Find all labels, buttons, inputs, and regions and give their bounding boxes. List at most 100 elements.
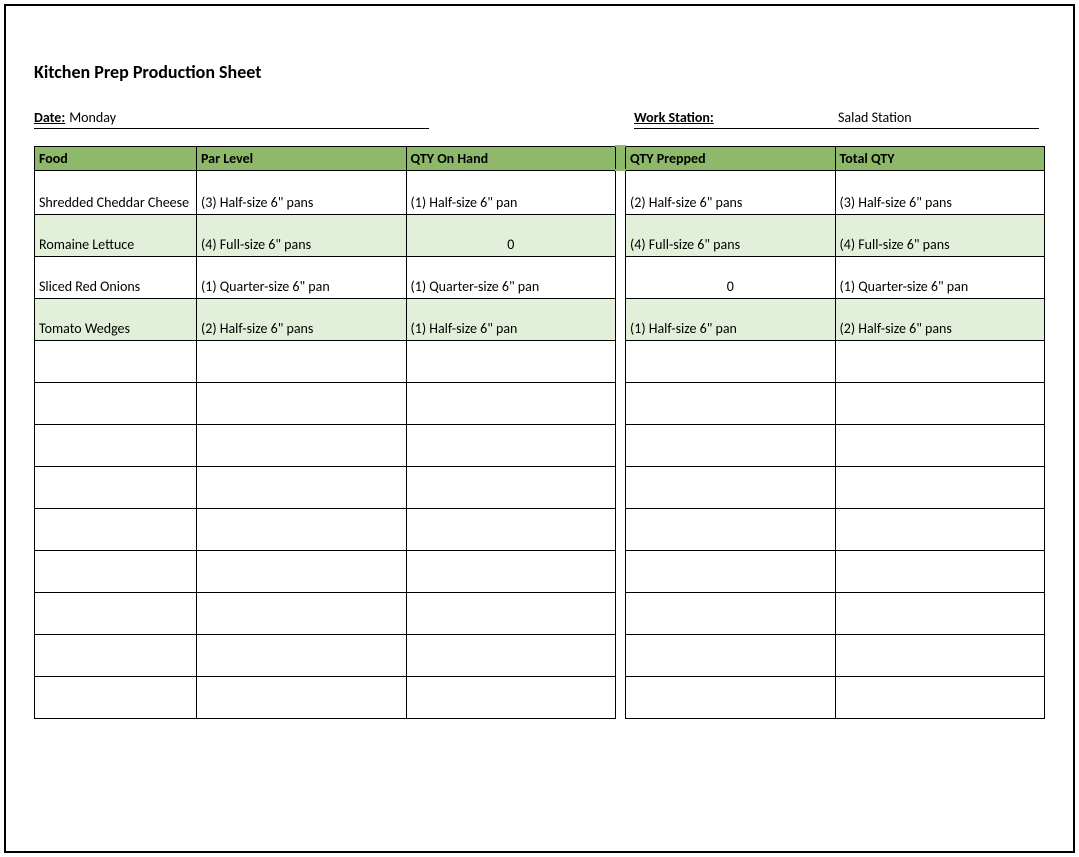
table-row-empty — [35, 424, 1045, 466]
work-station-value: Salad Station — [838, 109, 912, 126]
cell-empty — [835, 676, 1045, 718]
table-row-empty — [35, 592, 1045, 634]
cell-onhand: (1) Half-size 6" pan — [406, 298, 616, 340]
col-header-gap — [616, 146, 626, 170]
cell-empty — [626, 592, 836, 634]
cell-prepped: 0 — [626, 256, 836, 298]
page-border: Kitchen Prep Production Sheet Date: Mond… — [4, 4, 1075, 853]
cell-empty — [35, 550, 197, 592]
cell-total: (1) Quarter-size 6" pan — [835, 256, 1045, 298]
cell-empty — [197, 676, 407, 718]
cell-empty — [626, 466, 836, 508]
cell-onhand: 0 — [406, 214, 616, 256]
cell-empty — [35, 508, 197, 550]
cell-empty — [835, 424, 1045, 466]
cell-empty — [35, 424, 197, 466]
meta-date-group: Date: Monday — [34, 109, 429, 129]
cell-empty — [197, 634, 407, 676]
cell-par: (3) Half-size 6" pans — [197, 170, 407, 214]
page-frame: Kitchen Prep Production Sheet Date: Mond… — [0, 0, 1079, 857]
cell-prepped: (1) Half-size 6" pan — [626, 298, 836, 340]
table-row-empty — [35, 550, 1045, 592]
meta-station-value-group: Salad Station — [834, 109, 1039, 129]
table-row: Romaine Lettuce(4) Full-size 6" pans0(4)… — [35, 214, 1045, 256]
table-body: Shredded Cheddar Cheese(3) Half-size 6" … — [35, 170, 1045, 718]
cell-prepped: (4) Full-size 6" pans — [626, 214, 836, 256]
date-label: Date: — [34, 109, 65, 126]
cell-empty — [626, 676, 836, 718]
cell-empty — [406, 634, 616, 676]
table-row: Sliced Red Onions(1) Quarter-size 6" pan… — [35, 256, 1045, 298]
date-value: Monday — [69, 109, 116, 126]
cell-empty — [406, 466, 616, 508]
cell-empty — [626, 508, 836, 550]
cell-gap — [616, 592, 626, 634]
cell-empty — [35, 382, 197, 424]
cell-empty — [197, 424, 407, 466]
cell-empty — [35, 466, 197, 508]
cell-empty — [197, 466, 407, 508]
table-row-empty — [35, 382, 1045, 424]
cell-total: (2) Half-size 6" pans — [835, 298, 1045, 340]
table-header-row: Food Par Level QTY On Hand QTY Prepped T… — [35, 146, 1045, 170]
cell-gap — [616, 424, 626, 466]
cell-empty — [406, 550, 616, 592]
cell-empty — [406, 382, 616, 424]
cell-gap — [616, 466, 626, 508]
cell-gap — [616, 214, 626, 256]
cell-gap — [616, 340, 626, 382]
cell-empty — [197, 550, 407, 592]
cell-empty — [35, 676, 197, 718]
cell-gap — [616, 634, 626, 676]
cell-empty — [835, 340, 1045, 382]
table-row: Shredded Cheddar Cheese(3) Half-size 6" … — [35, 170, 1045, 214]
cell-gap — [616, 382, 626, 424]
cell-empty — [35, 634, 197, 676]
cell-empty — [197, 592, 407, 634]
cell-empty — [197, 382, 407, 424]
cell-onhand: (1) Half-size 6" pan — [406, 170, 616, 214]
cell-empty — [406, 424, 616, 466]
cell-empty — [406, 676, 616, 718]
cell-empty — [835, 508, 1045, 550]
cell-empty — [626, 424, 836, 466]
cell-empty — [626, 340, 836, 382]
cell-empty — [626, 634, 836, 676]
meta-station-label-group: Work Station: — [634, 109, 834, 129]
cell-empty — [835, 550, 1045, 592]
cell-prepped: (2) Half-size 6" pans — [626, 170, 836, 214]
col-header-onhand: QTY On Hand — [406, 146, 616, 170]
meta-row: Date: Monday Work Station: Salad Station — [34, 109, 1045, 129]
cell-food: Tomato Wedges — [35, 298, 197, 340]
table-row-empty — [35, 634, 1045, 676]
production-table: Food Par Level QTY On Hand QTY Prepped T… — [34, 145, 1045, 719]
cell-empty — [197, 340, 407, 382]
table-row-empty — [35, 340, 1045, 382]
col-header-prepped: QTY Prepped — [626, 146, 836, 170]
cell-total: (4) Full-size 6" pans — [835, 214, 1045, 256]
cell-empty — [406, 340, 616, 382]
cell-gap — [616, 508, 626, 550]
cell-gap — [616, 256, 626, 298]
table-row-empty — [35, 508, 1045, 550]
table-row-empty — [35, 676, 1045, 718]
work-station-label: Work Station: — [634, 109, 714, 126]
cell-empty — [406, 508, 616, 550]
cell-empty — [835, 634, 1045, 676]
cell-empty — [835, 382, 1045, 424]
cell-empty — [626, 550, 836, 592]
table-row-empty — [35, 466, 1045, 508]
cell-empty — [35, 340, 197, 382]
cell-total: (3) Half-size 6" pans — [835, 170, 1045, 214]
cell-par: (4) Full-size 6" pans — [197, 214, 407, 256]
cell-empty — [35, 592, 197, 634]
col-header-food: Food — [35, 146, 197, 170]
table-row: Tomato Wedges(2) Half-size 6" pans(1) Ha… — [35, 298, 1045, 340]
cell-par: (1) Quarter-size 6" pan — [197, 256, 407, 298]
cell-empty — [626, 382, 836, 424]
document-title: Kitchen Prep Production Sheet — [34, 61, 1045, 83]
cell-gap — [616, 676, 626, 718]
cell-gap — [616, 298, 626, 340]
cell-empty — [835, 466, 1045, 508]
cell-gap — [616, 550, 626, 592]
